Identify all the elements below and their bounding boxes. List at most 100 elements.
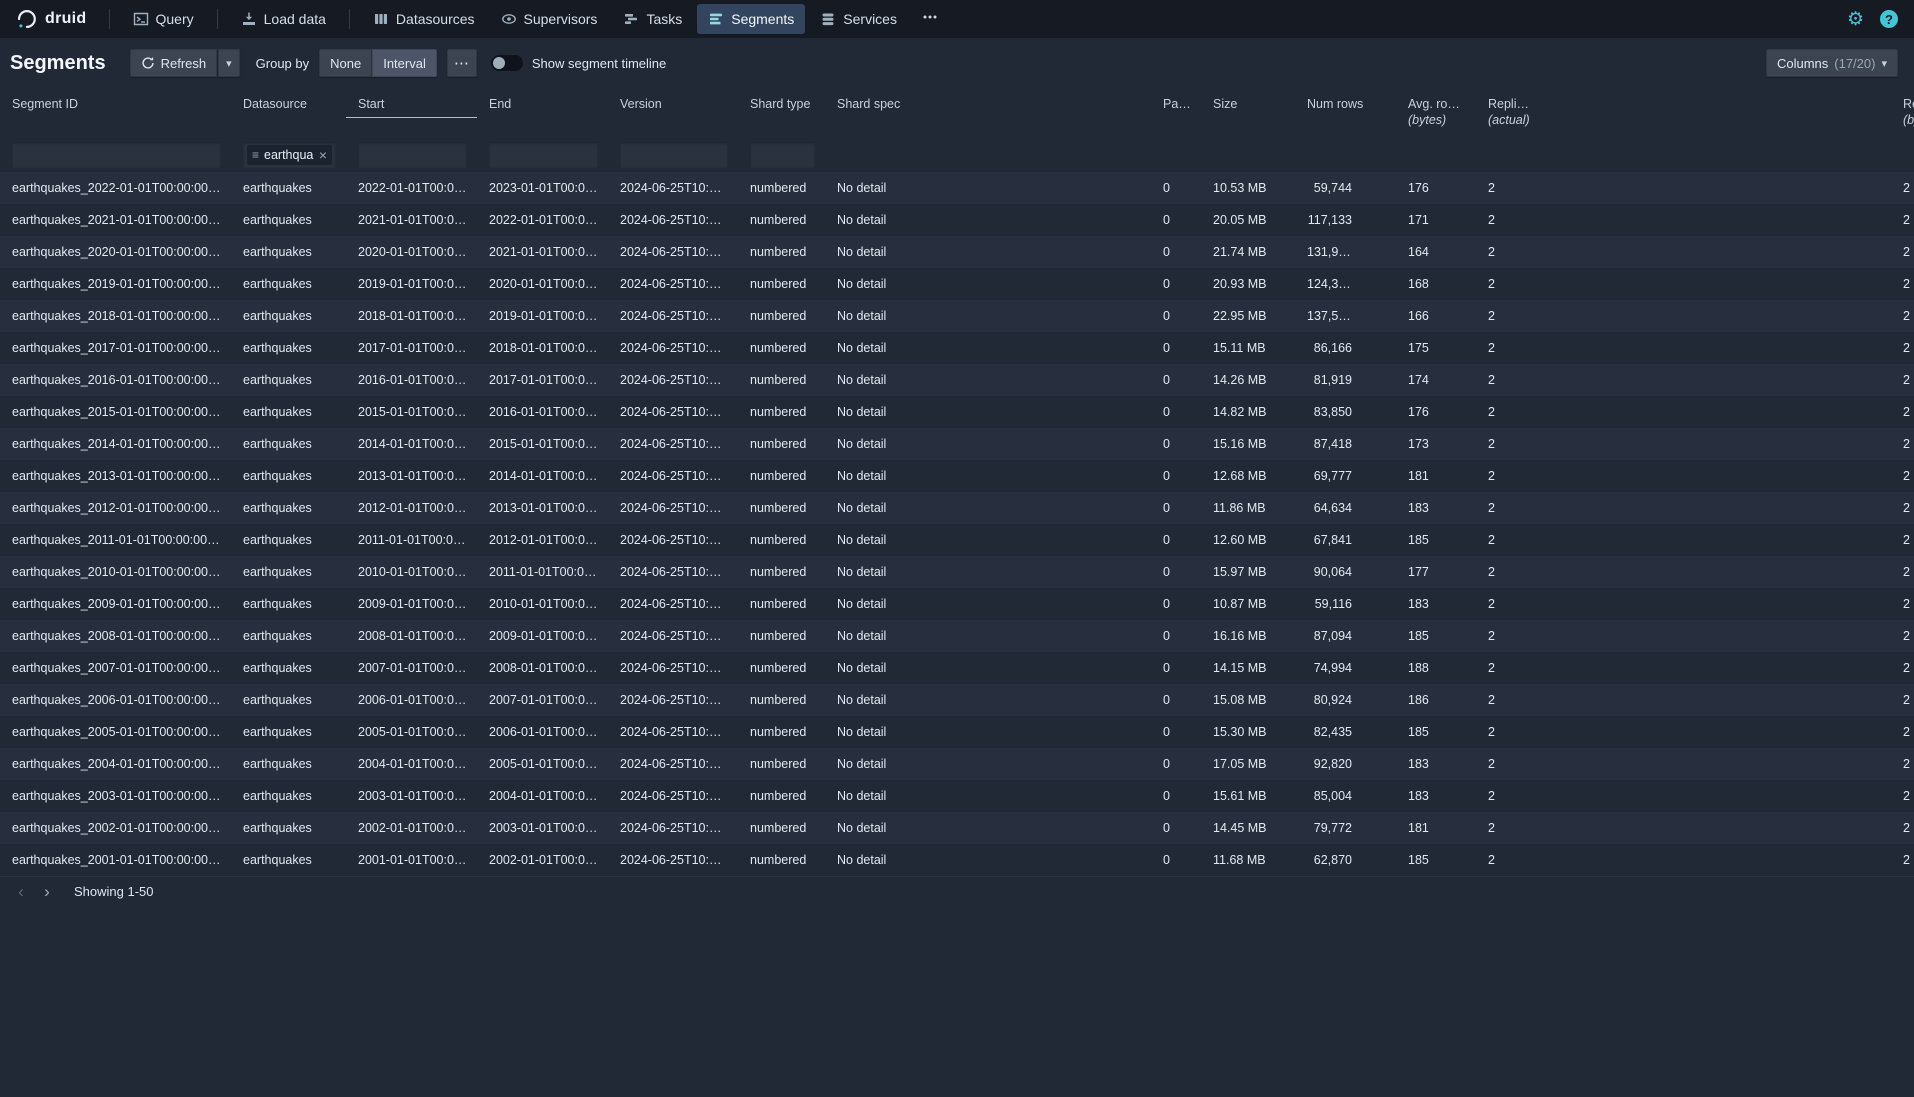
cell-version: 2024-06-25T10:35:2... <box>608 236 738 268</box>
cell-avg-row-size: 183 <box>1396 780 1476 812</box>
columns-button[interactable]: Columns (17/20) ▾ <box>1766 49 1898 77</box>
remove-filter-icon[interactable]: × <box>319 147 327 163</box>
refresh-label: Refresh <box>161 56 207 71</box>
table-row[interactable]: earthquakes_2011-01-01T00:00:00.00...ear… <box>0 524 1914 556</box>
column-header-replicas[interactable]: Replicas(actual) <box>1476 88 1541 138</box>
druid-logo[interactable]: druid <box>8 7 97 31</box>
column-header-size[interactable]: Size <box>1201 88 1295 138</box>
table-row[interactable]: earthquakes_2016-01-01T00:00:00.00...ear… <box>0 364 1914 396</box>
more-menu-button[interactable] <box>912 4 948 34</box>
table-row[interactable]: earthquakes_2003-01-01T00:00:00.00...ear… <box>0 780 1914 812</box>
column-header-shard-type[interactable]: Shard type <box>738 88 825 138</box>
druid-logo-icon <box>14 7 38 31</box>
table-row[interactable]: earthquakes_2021-01-01T00:00:00.00...ear… <box>0 204 1914 236</box>
table-row[interactable]: earthquakes_2009-01-01T00:00:00.00...ear… <box>0 588 1914 620</box>
table-row[interactable]: earthquakes_2012-01-01T00:00:00.00...ear… <box>0 492 1914 524</box>
segment-id-filter-input[interactable] <box>12 142 221 168</box>
table-row[interactable]: earthquakes_2013-01-01T00:00:00.00...ear… <box>0 460 1914 492</box>
column-header-num-rows[interactable]: Num rows <box>1295 88 1396 138</box>
cell-datasource: earthquakes <box>231 204 346 236</box>
cell-version: 2024-06-25T10:35:2... <box>608 172 738 204</box>
table-row[interactable]: earthquakes_2005-01-01T00:00:00.00...ear… <box>0 716 1914 748</box>
nav-item-supervisors[interactable]: Supervisors <box>490 4 609 34</box>
cell-shard-type: numbered <box>738 780 825 812</box>
table-row[interactable]: earthquakes_2010-01-01T00:00:00.00...ear… <box>0 556 1914 588</box>
table-row[interactable]: earthquakes_2008-01-01T00:00:00.00...ear… <box>0 620 1914 652</box>
table-row[interactable]: earthquakes_2004-01-01T00:00:00.00...ear… <box>0 748 1914 780</box>
cell-shard-type: numbered <box>738 332 825 364</box>
table-row[interactable]: earthquakes_2020-01-01T00:00:00.00...ear… <box>0 236 1914 268</box>
start-filter-input[interactable] <box>358 142 467 168</box>
nav-item-load-data[interactable]: Load data <box>230 4 337 34</box>
datasource-filter-input[interactable]: ≡ earthquakes × <box>243 142 336 168</box>
table-row[interactable]: earthquakes_2022-01-01T00:00:00.00...ear… <box>0 172 1914 204</box>
cell-replicated-size: 2 <box>1541 588 1914 620</box>
nav-item-services[interactable]: Services <box>809 4 908 34</box>
cell-shard-type: numbered <box>738 172 825 204</box>
group-by-none-button[interactable]: None <box>319 49 372 77</box>
table-row[interactable]: earthquakes_2007-01-01T00:00:00.00...ear… <box>0 652 1914 684</box>
more-actions-button[interactable]: ⋯ <box>447 49 477 77</box>
group-by-interval-button[interactable]: Interval <box>372 49 437 77</box>
cell-partition: 0 <box>1151 268 1201 300</box>
cell-partition: 0 <box>1151 204 1201 236</box>
cell-replicas: 2 <box>1476 844 1541 876</box>
table-row[interactable]: earthquakes_2002-01-01T00:00:00.00...ear… <box>0 812 1914 844</box>
nav-item-tasks[interactable]: Tasks <box>612 4 693 34</box>
cell-replicas: 2 <box>1476 556 1541 588</box>
cell-shard-type: numbered <box>738 364 825 396</box>
datasource-filter-tag[interactable]: ≡ earthquakes × <box>247 145 332 165</box>
cell-start: 2008-01-01T00:00:0... <box>346 620 477 652</box>
shard-type-filter-input[interactable] <box>750 142 815 168</box>
nav-item-label: Segments <box>731 11 794 27</box>
cell-version: 2024-06-25T10:34:4... <box>608 748 738 780</box>
version-filter-input[interactable] <box>620 142 728 168</box>
end-filter-input[interactable] <box>489 142 598 168</box>
cell-shard-type: numbered <box>738 556 825 588</box>
table-row[interactable]: earthquakes_2018-01-01T00:00:00.00...ear… <box>0 300 1914 332</box>
column-header-replicated-size[interactable]: Replicated size(bytes) <box>1541 88 1914 138</box>
cell-version: 2024-06-25T10:35:1... <box>608 364 738 396</box>
column-header-version[interactable]: Version <box>608 88 738 138</box>
cell-size: 15.30 MB <box>1201 716 1295 748</box>
cell-replicas: 2 <box>1476 780 1541 812</box>
refresh-dropdown-button[interactable]: ▾ <box>218 49 240 77</box>
filter-row: ≡ earthquakes × <box>0 138 1914 172</box>
table-row[interactable]: earthquakes_2006-01-01T00:00:00.00...ear… <box>0 684 1914 716</box>
cell-start: 2018-01-01T00:00:0... <box>346 300 477 332</box>
table-row[interactable]: earthquakes_2015-01-01T00:00:00.00...ear… <box>0 396 1914 428</box>
cell-size: 17.05 MB <box>1201 748 1295 780</box>
column-header-avg-row-size[interactable]: Avg. row size(bytes) <box>1396 88 1476 138</box>
nav-item-segments[interactable]: Segments <box>697 4 805 34</box>
nav-item-datasources[interactable]: Datasources <box>362 4 486 34</box>
previous-page-button[interactable]: ‹ <box>8 879 34 905</box>
cell-datasource: earthquakes <box>231 524 346 556</box>
column-header-start[interactable]: Start <box>346 88 477 138</box>
columns-label: Columns <box>1777 56 1828 71</box>
column-header-partition[interactable]: Partition <box>1151 88 1201 138</box>
column-header-end[interactable]: End <box>477 88 608 138</box>
table-row[interactable]: earthquakes_2001-01-01T00:00:00.00...ear… <box>0 844 1914 876</box>
table-row[interactable]: earthquakes_2017-01-01T00:00:00.00...ear… <box>0 332 1914 364</box>
filter-icon: ≡ <box>252 148 259 162</box>
cell-replicated-size: 2 <box>1541 652 1914 684</box>
cell-version: 2024-06-25T10:34:4... <box>608 844 738 876</box>
table-row[interactable]: earthquakes_2014-01-01T00:00:00.00...ear… <box>0 428 1914 460</box>
cell-segment-id: earthquakes_2010-01-01T00:00:00.00... <box>0 556 231 588</box>
segment-timeline-label: Show segment timeline <box>532 56 666 71</box>
next-page-button[interactable]: › <box>34 879 60 905</box>
load-data-icon <box>241 11 257 27</box>
refresh-button[interactable]: Refresh <box>130 49 218 77</box>
cell-end: 2019-01-01T00:00:0... <box>477 300 608 332</box>
cell-start: 2001-01-01T00:00:0... <box>346 844 477 876</box>
column-header-datasource[interactable]: Datasource <box>231 88 346 138</box>
column-header-segment-id[interactable]: Segment ID <box>0 88 231 138</box>
nav-item-query[interactable]: Query <box>122 4 205 34</box>
segment-timeline-toggle[interactable] <box>491 55 523 71</box>
column-header-shard-spec[interactable]: Shard spec <box>825 88 1151 138</box>
help-icon[interactable]: ? <box>1880 10 1898 28</box>
settings-gear-icon[interactable]: ⚙ <box>1847 10 1864 29</box>
cell-end: 2010-01-01T00:00:0... <box>477 588 608 620</box>
cell-partition: 0 <box>1151 588 1201 620</box>
table-row[interactable]: earthquakes_2019-01-01T00:00:00.00...ear… <box>0 268 1914 300</box>
